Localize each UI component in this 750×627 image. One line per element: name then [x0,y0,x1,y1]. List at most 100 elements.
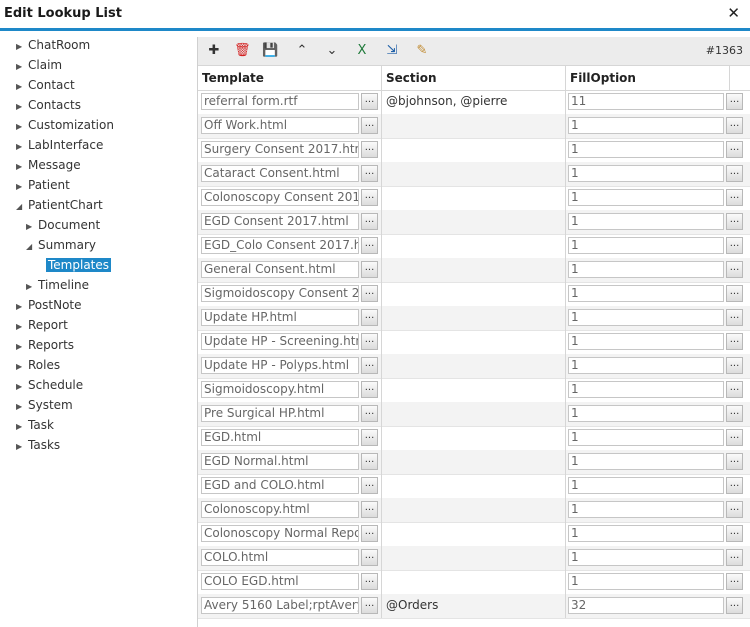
tree-item-chatroom[interactable]: ▶ ChatRoom [16,36,92,54]
column-header-filloption[interactable]: FillOption [566,66,730,90]
filloption-input[interactable]: 1 [568,573,724,590]
collapsed-arrow-icon[interactable]: ▶ [16,418,26,436]
collapsed-arrow-icon[interactable]: ▶ [16,298,26,316]
template-browse-button[interactable]: ... [361,141,378,158]
template-input[interactable]: Colonoscopy Consent 2017 [201,189,359,206]
tree-item-summary[interactable]: ◢ Summary [26,236,98,254]
collapsed-arrow-icon[interactable]: ▶ [16,438,26,456]
filloption-browse-button[interactable]: ... [726,261,743,278]
section-cell[interactable] [382,354,566,378]
section-cell[interactable] [382,450,566,474]
collapsed-arrow-icon[interactable]: ▶ [16,118,26,136]
filloption-browse-button[interactable]: ... [726,501,743,518]
filloption-browse-button[interactable]: ... [726,549,743,566]
filloption-input[interactable]: 1 [568,501,724,518]
filloption-browse-button[interactable]: ... [726,429,743,446]
tree-item-tasks[interactable]: ▶ Tasks [16,436,62,454]
filloption-input[interactable]: 1 [568,165,724,182]
section-cell[interactable]: @bjohnson, @pierre [382,90,566,114]
collapsed-arrow-icon[interactable]: ▶ [16,178,26,196]
template-input[interactable]: General Consent.html [201,261,359,278]
section-cell[interactable] [382,546,566,570]
add-icon[interactable]: ✚ [206,43,222,59]
filloption-browse-button[interactable]: ... [726,453,743,470]
table-row[interactable]: COLO EGD.html... 1... [198,570,750,595]
table-row[interactable]: Colonoscopy.html... 1... [198,498,750,523]
table-row[interactable]: EGD Consent 2017.html... 1... [198,210,750,235]
template-input[interactable]: Update HP.html [201,309,359,326]
template-browse-button[interactable]: ... [361,405,378,422]
template-input[interactable]: EGD and COLO.html [201,477,359,494]
filloption-input[interactable]: 1 [568,189,724,206]
template-input[interactable]: EGD Normal.html [201,453,359,470]
filloption-input[interactable]: 32 [568,597,724,614]
template-browse-button[interactable]: ... [361,573,378,590]
tree-item-contacts[interactable]: ▶ Contacts [16,96,83,114]
tree-item-customization[interactable]: ▶ Customization [16,116,116,134]
template-input[interactable]: referral form.rtf [201,93,359,110]
table-row[interactable]: EGD.html... 1... [198,426,750,451]
filloption-browse-button[interactable]: ... [726,597,743,614]
filloption-browse-button[interactable]: ... [726,117,743,134]
expanded-arrow-icon[interactable]: ◢ [16,198,26,216]
template-input[interactable]: Cataract Consent.html [201,165,359,182]
collapsed-arrow-icon[interactable]: ▶ [16,318,26,336]
filloption-browse-button[interactable]: ... [726,189,743,206]
template-input[interactable]: Colonoscopy Normal Repor [201,525,359,542]
template-browse-button[interactable]: ... [361,429,378,446]
filloption-browse-button[interactable]: ... [726,381,743,398]
filloption-input[interactable]: 1 [568,213,724,230]
save-icon[interactable]: 💾 [262,43,278,59]
expanded-arrow-icon[interactable]: ◢ [26,238,36,256]
table-row[interactable]: General Consent.html... 1... [198,258,750,283]
section-cell[interactable] [382,330,566,354]
collapsed-arrow-icon[interactable]: ▶ [16,358,26,376]
tree-item-timeline[interactable]: ▶ Timeline [26,276,91,294]
collapsed-arrow-icon[interactable]: ▶ [16,78,26,96]
section-cell[interactable] [382,234,566,258]
section-cell[interactable] [382,426,566,450]
template-browse-button[interactable]: ... [361,381,378,398]
import-icon[interactable]: ⇲ [384,43,400,59]
template-browse-button[interactable]: ... [361,333,378,350]
tree-item-patient[interactable]: ▶ Patient [16,176,72,194]
tree-item-roles[interactable]: ▶ Roles [16,356,62,374]
section-cell[interactable] [382,474,566,498]
template-input[interactable]: EGD Consent 2017.html [201,213,359,230]
tree-item-patientchart[interactable]: ◢ PatientChart [16,196,105,214]
filloption-browse-button[interactable]: ... [726,213,743,230]
tree-item-schedule[interactable]: ▶ Schedule [16,376,85,394]
tree-item-contact[interactable]: ▶ Contact [16,76,77,94]
collapsed-arrow-icon[interactable]: ▶ [16,338,26,356]
template-browse-button[interactable]: ... [361,501,378,518]
filloption-browse-button[interactable]: ... [726,405,743,422]
tree-item-report[interactable]: ▶ Report [16,316,70,334]
filloption-browse-button[interactable]: ... [726,93,743,110]
template-browse-button[interactable]: ... [361,525,378,542]
excel-export-icon[interactable]: X [354,43,370,59]
collapsed-arrow-icon[interactable]: ▶ [26,218,36,236]
template-input[interactable]: Avery 5160 Label;rptAvery5 [201,597,359,614]
template-input[interactable]: EGD.html [201,429,359,446]
template-browse-button[interactable]: ... [361,93,378,110]
table-row[interactable]: Surgery Consent 2017.html... 1... [198,138,750,163]
collapsed-arrow-icon[interactable]: ▶ [16,98,26,116]
tree-item-templates[interactable]: Templates [36,256,112,274]
table-row[interactable]: Avery 5160 Label;rptAvery5... @Orders 32..… [198,594,750,619]
tree-item-labinterface[interactable]: ▶ LabInterface [16,136,105,154]
section-cell[interactable] [382,498,566,522]
template-input[interactable]: COLO.html [201,549,359,566]
column-header-template[interactable]: Template [198,66,382,90]
template-browse-button[interactable]: ... [361,189,378,206]
template-browse-button[interactable]: ... [361,357,378,374]
tree-item-message[interactable]: ▶ Message [16,156,83,174]
filloption-input[interactable]: 1 [568,309,724,326]
collapsed-arrow-icon[interactable]: ▶ [16,38,26,56]
template-input[interactable]: Sigmoidoscopy.html [201,381,359,398]
filloption-browse-button[interactable]: ... [726,141,743,158]
filloption-input[interactable]: 1 [568,117,724,134]
filloption-browse-button[interactable]: ... [726,525,743,542]
filloption-input[interactable]: 1 [568,453,724,470]
filloption-browse-button[interactable]: ... [726,165,743,182]
table-row[interactable]: referral form.rtf... @bjohnson, @pierre 11… [198,90,750,115]
